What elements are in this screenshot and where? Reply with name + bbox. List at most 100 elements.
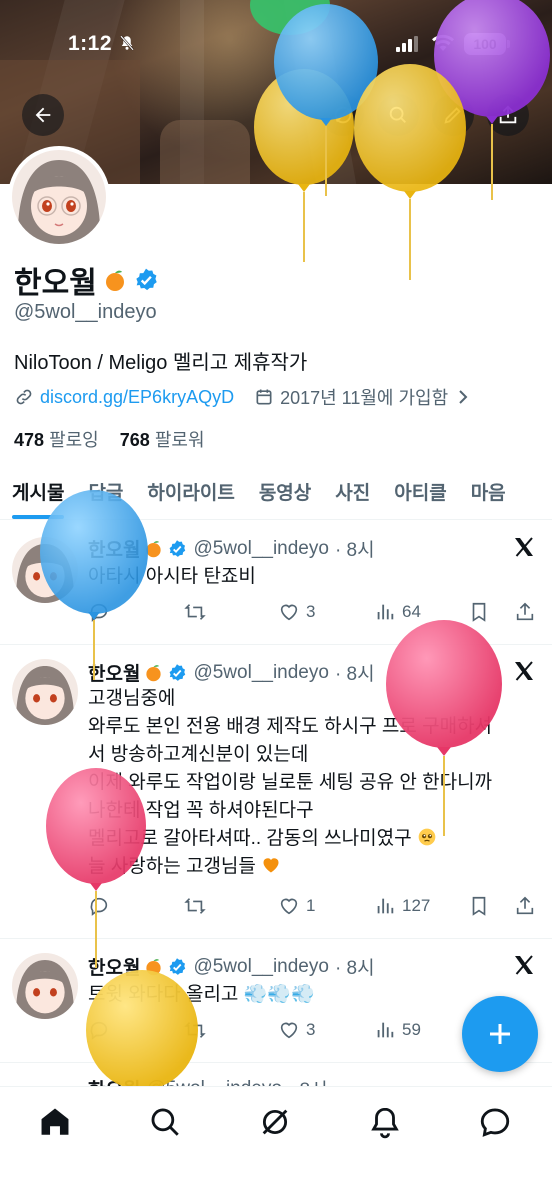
retweet-icon [184,604,206,620]
orange-emoji-icon [105,270,124,291]
tab-likes[interactable]: 마음 [459,466,518,519]
share-tweet-button[interactable] [514,601,536,623]
retweet-button[interactable] [184,1019,206,1041]
tweet-avatar[interactable] [12,953,78,1019]
status-bar: 1:12 100 [0,30,552,60]
following-link[interactable]: 478 팔로잉 [14,430,99,450]
back-button[interactable] [22,94,64,136]
following-label: 팔로잉 [49,430,99,450]
profile-tabs: 게시물 답글 하이라이트 동영상 사진 아티클 마음 [0,466,552,520]
tab-posts[interactable]: 게시물 [0,466,76,519]
tweet-header: 한오월 @5wol__indeyo · 8시 [88,535,375,562]
pleading-face-emoji-icon [418,828,436,846]
bottom-navigation [0,1086,552,1200]
chat-icon[interactable] [478,1105,512,1139]
followers-link[interactable]: 768 팔로워 [120,430,205,450]
profile-avatar[interactable] [8,146,110,248]
reply-icon [90,1021,108,1040]
bookmark-icon [472,896,486,916]
tab-articles[interactable]: 아티클 [382,466,458,519]
retweet-button[interactable] [184,895,206,917]
tweet-avatar[interactable] [12,537,78,603]
heart-icon [280,898,298,915]
tweet-line: 고갱님중에 [88,688,176,709]
search-icon[interactable] [148,1105,182,1139]
tweet-text: 고갱님중에 와루도 본인 전용 배경 제작도 하시구 프로 구매하셔 서 방송하… [88,685,538,881]
share-icon [516,896,534,915]
profile-bio: NiloToon / Meligo 멜리고 제휴작가 [14,352,308,374]
tweet-author-handle: @5wol__indeyo [193,537,329,559]
tweet-avatar[interactable] [12,659,78,725]
like-button[interactable]: 1 [278,895,315,917]
retweet-icon [184,898,206,914]
tweet-author-name[interactable]: 한오월 [88,535,140,562]
profile-meta: discord.gg/EP6kryAQyD 2017년 11월에 가입함 [14,384,470,410]
views-button[interactable]: 59 [374,1019,421,1041]
tweet-line: 멜리고로 갈아타셔따.. 감동의 쓰나미였구 [88,825,538,853]
tab-photos[interactable]: 사진 [323,466,382,519]
avatar-illustration [12,953,78,1019]
tweet-actions: 3 64 [88,601,538,627]
grok-icon[interactable] [258,1105,292,1139]
x-logo-icon[interactable] [512,535,536,559]
orange-heart-emoji-icon [263,858,279,873]
reply-button[interactable] [88,1019,110,1041]
reply-button[interactable] [88,601,110,623]
grok-button[interactable] [322,94,364,136]
verified-badge-icon [170,957,186,975]
followers-count: 768 [119,430,150,450]
search-profile-button[interactable] [377,94,419,136]
status-time: 1:12 [68,32,113,55]
compose-plus-icon [490,1024,510,1044]
reply-icon [90,603,108,622]
like-button[interactable]: 3 [278,1019,315,1041]
retweet-button[interactable] [184,601,206,623]
orange-emoji-icon [146,959,162,976]
following-count: 478 [14,430,45,450]
compass-icon [334,106,352,124]
orange-emoji-icon [146,541,162,558]
tweet-card[interactable]: 한오월 @5wol__indeyo · 8시 고갱님중에 와루도 본인 전용 배… [0,645,552,939]
tweet-time: · 8시 [334,664,375,685]
share-tweet-button[interactable] [514,895,536,917]
tab-highlights[interactable]: 하이라이트 [135,466,246,519]
tab-replies[interactable]: 답글 [76,466,135,519]
followers-label: 팔로워 [154,430,205,450]
reply-button[interactable] [88,895,110,917]
verified-badge-icon[interactable] [133,267,159,293]
bookmark-button[interactable] [468,601,490,623]
tweet-text: 트윗 와다다 올리고 💨💨💨 [88,981,538,1009]
chevron-right-icon[interactable] [456,389,470,405]
tweet-author-name[interactable]: 한오월 [88,953,140,980]
compose-button[interactable] [462,996,538,1072]
tweet-line-text: 멜리고로 갈아타셔따.. 감동의 쓰나미였구 [88,828,412,849]
edit-button[interactable] [432,94,474,136]
tweet-header: 한오월 @5wol__indeyo · 8시 [88,659,375,686]
views-icon [377,898,394,914]
profile-link[interactable]: discord.gg/EP6kryAQyD [40,387,234,408]
signal-icon [396,36,418,52]
x-logo-icon[interactable] [512,953,536,977]
tweet-line-text: 트윗 와다다 올리고 [88,984,239,1005]
x-logo-icon[interactable] [512,659,536,683]
tweet-author-name[interactable]: 한오월 [88,659,140,686]
views-button[interactable]: 64 [374,601,421,623]
profile-name: 한오월 [14,267,97,300]
tweet-actions: 1 127 [88,895,538,921]
views-button[interactable]: 127 [374,895,430,917]
tweet-card[interactable]: 한오월 @5wol__indeyo · 8시 아타시 아시타 탄죠비 3 64 [0,521,552,645]
tab-videos[interactable]: 동영상 [247,466,323,519]
verified-badge-icon [170,539,186,557]
bookmark-button[interactable] [468,895,490,917]
like-count: 1 [306,896,316,915]
profile-name-row: 한오월 [14,258,159,302]
share-button[interactable] [487,94,529,136]
avatar-illustration [12,150,106,244]
like-button[interactable]: 3 [278,601,315,623]
views-icon [377,1022,394,1038]
retweet-icon [184,1022,206,1038]
share-icon [499,105,517,124]
dash-emoji-icon: 💨💨💨 [243,984,315,1005]
home-icon[interactable] [38,1105,72,1139]
bell-icon[interactable] [368,1105,402,1139]
